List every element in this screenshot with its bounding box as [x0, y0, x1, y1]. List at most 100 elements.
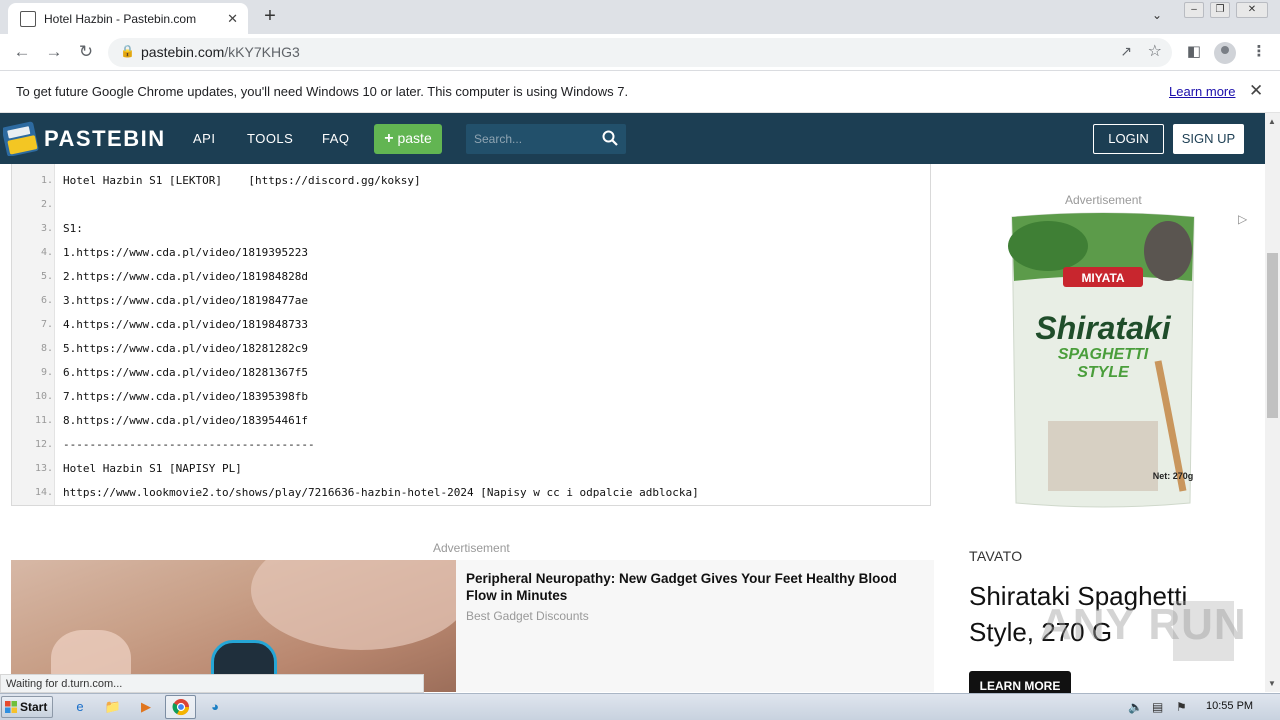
line-number: 5. [40, 271, 53, 282]
code-line[interactable]: 3.https://www.cda.pl/video/18198477ae [63, 294, 308, 307]
neuropathy-ad-text[interactable]: Peripheral Neuropathy: New Gadget Gives … [456, 560, 934, 692]
line-number: 13. [34, 463, 53, 474]
menu-kebab-icon[interactable]: ⋮ [1248, 42, 1270, 64]
learn-more-link[interactable]: Learn more [1169, 84, 1235, 99]
window-close-button[interactable]: ✕ [1236, 2, 1268, 18]
line-number: 2. [40, 199, 53, 210]
product-name: Shirataki [1035, 310, 1171, 346]
signup-button[interactable]: SIGN UP [1173, 124, 1244, 154]
windows-flag-icon [5, 701, 17, 713]
bookmark-star-icon[interactable]: ☆ [1148, 41, 1162, 61]
line-number: 9. [40, 367, 53, 378]
minimize-button[interactable]: – [1184, 2, 1204, 18]
pastebin-brand[interactable]: PASTEBIN [44, 126, 166, 152]
bottom-ad-headline[interactable]: Peripheral Neuropathy: New Gadget Gives … [466, 570, 936, 588]
code-line[interactable]: 8.https://www.cda.pl/video/183954461f [63, 414, 308, 427]
ad-image-leg [251, 560, 456, 650]
search-icon[interactable] [602, 130, 618, 146]
code-line[interactable]: 6.https://www.cda.pl/video/18281367f5 [63, 366, 308, 379]
code-line[interactable]: S1: [63, 222, 83, 235]
browser-tab[interactable]: Hotel Hazbin - Pastebin.com ✕ [8, 3, 248, 34]
taskbar-clock[interactable]: 10:55 PM [1206, 700, 1253, 712]
vertical-scrollbar[interactable]: ▲ ▼ [1265, 113, 1280, 692]
infobar-message: To get future Google Chrome updates, you… [16, 84, 629, 99]
pastebin-logo-icon[interactable] [3, 120, 39, 156]
search-box [466, 124, 626, 154]
new-paste-button[interactable]: + paste [374, 124, 442, 154]
shirataki-product-image[interactable]: MIYATA Shirataki SPAGHETTI STYLE Net: 27… [1008, 211, 1198, 511]
line-number: 11. [34, 415, 53, 426]
line-number: 7. [40, 319, 53, 330]
search-input[interactable] [466, 124, 596, 154]
share-icon[interactable]: ↗ [1120, 43, 1132, 60]
line-number: 10. [34, 391, 53, 402]
profile-avatar-icon[interactable] [1214, 42, 1236, 64]
media-player-icon[interactable]: ▶ [135, 697, 157, 717]
side-panel-icon[interactable]: ◧ [1183, 42, 1205, 64]
lock-icon[interactable]: 🔒 [120, 44, 135, 58]
line-number: 3. [40, 223, 53, 234]
product-brand: MIYATA [1081, 271, 1124, 285]
url-text[interactable]: pastebin.com/kKY7KHG3 [141, 44, 300, 60]
paste-button-label: paste [397, 130, 432, 146]
scroll-down-arrow-icon[interactable]: ▼ [1268, 679, 1276, 688]
code-line[interactable]: 5.https://www.cda.pl/video/18281282c9 [63, 342, 308, 355]
action-center-flag-icon[interactable]: ⚑ [1176, 700, 1187, 714]
plus-icon: + [384, 130, 394, 147]
internet-explorer-icon[interactable]: e [69, 697, 91, 717]
code-line[interactable]: 2.https://www.cda.pl/video/181984828d [63, 270, 308, 283]
start-label: Start [20, 700, 48, 714]
advertiser-name[interactable]: TAVATO [969, 548, 1022, 564]
scrollbar-thumb[interactable] [1267, 253, 1278, 418]
line-number: 4. [40, 247, 53, 258]
pastebin-header: PASTEBIN API TOOLS FAQ + paste LOGIN SIG… [0, 113, 1265, 164]
bottom-ad-source[interactable]: Best Gadget Discounts [466, 609, 589, 623]
url-path: /kKY7KHG3 [224, 44, 300, 60]
nav-api[interactable]: API [193, 131, 215, 146]
code-line[interactable]: Hotel Hazbin S1 [NAPISY PL] [63, 462, 242, 475]
line-number: 14. [34, 487, 53, 498]
address-bar[interactable]: 🔒 pastebin.com/kKY7KHG3 ↗ ☆ [108, 38, 1172, 67]
code-line[interactable]: 4.https://www.cda.pl/video/1819848733 [63, 318, 308, 331]
line-number: 8. [40, 343, 53, 354]
code-line[interactable]: 7.https://www.cda.pl/video/18395398fb [63, 390, 308, 403]
restore-button[interactable]: ❐ [1210, 2, 1230, 18]
bottom-ad-label: Advertisement [433, 541, 510, 555]
tab-search-chevron-icon[interactable]: ⌄ [1152, 8, 1162, 22]
infobar-close-icon[interactable]: ✕ [1249, 81, 1263, 101]
volume-icon[interactable]: 🔈 [1128, 700, 1143, 714]
network-icon[interactable]: ▤ [1152, 700, 1163, 714]
line-number-gutter: 1. 2. 3. 4. 5. 6. 7. 8. 9. 10. 11. 12. 1… [12, 164, 55, 505]
side-ad-label: Advertisement [1065, 193, 1142, 207]
url-host: pastebin.com [141, 44, 225, 60]
login-button[interactable]: LOGIN [1093, 124, 1164, 154]
explorer-folder-icon[interactable]: 📁 [102, 697, 124, 717]
line-number: 1. [40, 175, 53, 186]
code-line[interactable]: 1.https://www.cda.pl/video/1819395223 [63, 246, 308, 259]
windows-taskbar: Start e 📁 ▶ ◕ 🔈 ▤ ⚑ 10:55 PM [0, 693, 1280, 720]
reload-icon[interactable]: ↻ [74, 41, 98, 65]
code-line[interactable]: Hotel Hazbin S1 [LEKTOR] [https://discor… [63, 174, 421, 187]
product-sub2: STYLE [1077, 364, 1130, 381]
neuropathy-ad-image[interactable] [11, 560, 456, 692]
ad-choices-icon[interactable]: ▷ [1238, 212, 1247, 226]
browser-toolbar: ← → ↻ 🔒 pastebin.com/kKY7KHG3 ↗ ☆ ◧ ⋮ [0, 34, 1280, 71]
scroll-up-arrow-icon[interactable]: ▲ [1268, 117, 1276, 126]
forward-arrow-icon[interactable]: → [42, 41, 66, 65]
line-number: 12. [34, 439, 53, 450]
tab-close-icon[interactable]: ✕ [227, 11, 238, 27]
code-line[interactable]: https://www.lookmovie2.to/shows/play/721… [63, 486, 699, 499]
nav-faq[interactable]: FAQ [322, 131, 350, 146]
start-button[interactable]: Start [1, 696, 53, 718]
nav-tools[interactable]: TOOLS [247, 131, 293, 146]
chrome-update-infobar: To get future Google Chrome updates, you… [0, 71, 1280, 113]
edge-icon[interactable]: ◕ [204, 697, 226, 717]
product-net: Net: 270g [1153, 471, 1194, 481]
learn-more-button[interactable]: LEARN MORE [969, 671, 1071, 693]
new-tab-button[interactable]: + [258, 5, 282, 29]
bottom-ad-headline-cont[interactable]: Flow in Minutes [466, 588, 567, 603]
back-arrow-icon[interactable]: ← [10, 41, 34, 65]
chrome-icon[interactable] [170, 697, 192, 717]
code-line[interactable]: -------------------------------------- [63, 438, 315, 451]
paste-code-box: 1. 2. 3. 4. 5. 6. 7. 8. 9. 10. 11. 12. 1… [11, 164, 931, 506]
